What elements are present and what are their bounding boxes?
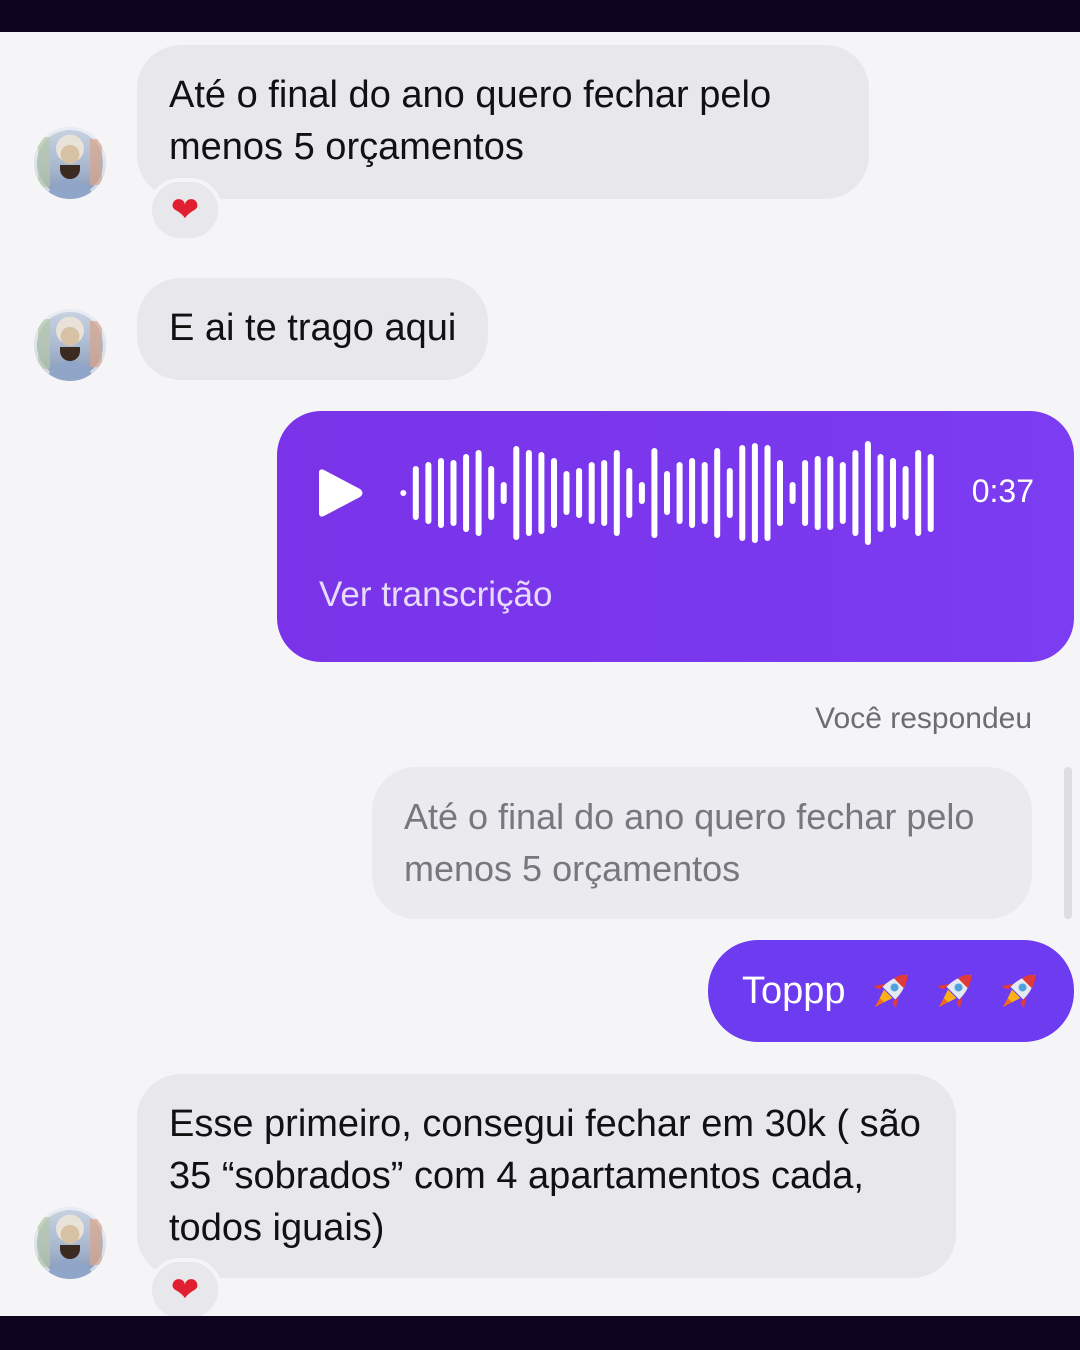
message-text: E ai te trago aqui <box>169 307 457 349</box>
heart-emoji: ❤ <box>170 191 200 229</box>
incoming-message-bubble[interactable]: Até o final do ano quero fechar pelo men… <box>137 45 869 199</box>
message-text: Toppp <box>742 969 846 1012</box>
quoted-text: Até o final do ano quero fechar pelo men… <box>404 796 975 889</box>
heart-reaction[interactable]: ❤ <box>148 178 222 242</box>
rocket-emoji <box>936 974 971 1009</box>
heart-emoji: ❤ <box>170 1271 200 1309</box>
play-icon[interactable] <box>313 467 365 519</box>
incoming-message-bubble[interactable]: Esse primeiro, consegui fechar em 30k ( … <box>137 1074 956 1278</box>
reply-indicator-bar <box>1064 767 1072 919</box>
voice-message-bubble[interactable]: 0:37 Ver transcrição <box>277 411 1074 662</box>
status-bar <box>0 0 1080 32</box>
heart-reaction[interactable]: ❤ <box>148 1258 222 1322</box>
incoming-message-bubble[interactable]: E ai te trago aqui <box>137 278 489 380</box>
quoted-message[interactable]: Até o final do ano quero fechar pelo men… <box>372 767 1032 919</box>
waveform-icon[interactable] <box>397 441 937 545</box>
view-transcription-link[interactable]: Ver transcrição <box>319 575 552 615</box>
rocket-emoji <box>1000 974 1035 1009</box>
contact-avatar[interactable] <box>34 1207 106 1279</box>
message-text: Até o final do ano quero fechar pelo men… <box>169 74 772 168</box>
reply-context-label: Você respondeu <box>815 702 1032 735</box>
message-text: Esse primeiro, consegui fechar em 30k ( … <box>169 1103 921 1249</box>
contact-avatar[interactable] <box>34 127 106 199</box>
outgoing-message-bubble[interactable]: Toppp <box>708 940 1074 1042</box>
voice-duration: 0:37 <box>971 473 1034 509</box>
home-indicator-bar <box>0 1316 1080 1350</box>
contact-avatar[interactable] <box>34 309 106 381</box>
rocket-emoji <box>872 974 907 1009</box>
